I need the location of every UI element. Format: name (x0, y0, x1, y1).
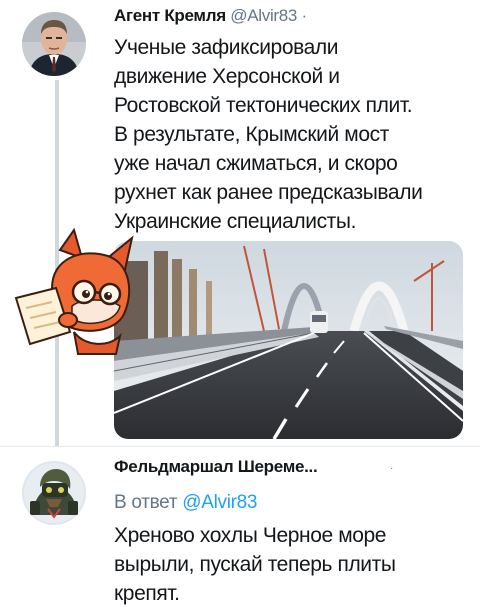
tweet-2[interactable]: Фельдмаршал Шереме... · В ответ @Alvir83… (0, 447, 480, 611)
tweet-line: уже начал сжиматься, и скоро (114, 152, 398, 175)
tweet-header: Фельдмаршал Шереме... (114, 457, 318, 477)
tweet-line: крепят. (114, 582, 180, 605)
tweet-line: рухнет как ранее предсказывали (114, 181, 423, 204)
tweet-line: движение Херсонской и (114, 65, 340, 88)
author-name[interactable]: Фельдмаршал Шереме... (114, 457, 318, 476)
reply-handle-link[interactable]: @Alvir83 (182, 492, 257, 513)
avatar[interactable] (22, 461, 86, 525)
tweet-text: Ученые зафиксировали движение Херсонской… (114, 33, 423, 236)
tweet-line: Украинские специалисты. (114, 210, 357, 233)
tweet-text: Хреново хохлы Черное море вырыли, пускай… (114, 521, 396, 608)
man-in-suit-avatar-icon (22, 12, 86, 76)
tweet-1[interactable]: Агент Кремля @Alvir83 · Ученые зафиксиро… (0, 0, 480, 446)
tweet-header: Агент Кремля @Alvir83 · (114, 6, 307, 26)
armored-bear-avatar-icon (22, 461, 86, 525)
tweet-line: В результате, Крымский мост (114, 123, 389, 146)
separator-dot: · (301, 6, 308, 25)
avatar[interactable] (22, 12, 86, 76)
separator-dot: · (390, 463, 394, 474)
tweet-media-image[interactable] (114, 241, 463, 439)
bridge-road-photo-icon (114, 241, 463, 439)
tweet-line: Ростовской тектонических плит. (114, 94, 413, 117)
tweet-line: Хреново хохлы Черное море (114, 524, 387, 547)
fox-reading-sticker-icon (12, 227, 140, 358)
reply-to-line: В ответ @Alvir83 (114, 492, 257, 514)
tweet-line: Ученые зафиксировали (114, 36, 339, 59)
author-name[interactable]: Агент Кремля (114, 6, 226, 25)
reply-prefix: В ответ (114, 492, 178, 513)
tweet-line: вырыли, пускай теперь плиты (114, 553, 396, 576)
author-handle[interactable]: @Alvir83 (230, 6, 297, 25)
